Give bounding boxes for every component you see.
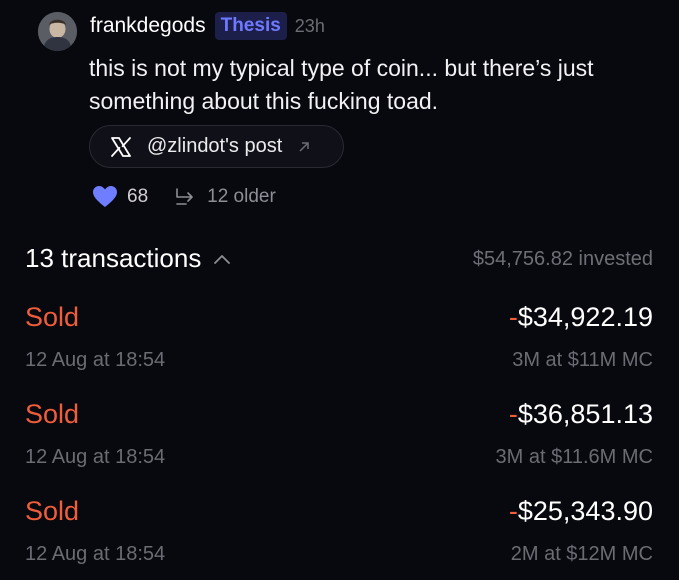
invested-total: $54,756.82 invested xyxy=(472,248,653,270)
older-posts-link[interactable]: 12 older xyxy=(207,186,276,208)
transaction-date: 12 Aug at 18:54 xyxy=(25,446,166,468)
transaction-date: 12 Aug at 18:54 xyxy=(25,543,166,565)
avatar[interactable] xyxy=(38,12,77,51)
transactions-title: 13 transactions xyxy=(25,243,231,274)
username[interactable]: frankdegods xyxy=(90,14,206,38)
amount-value: $34,922.19 xyxy=(517,302,653,332)
transaction-row[interactable]: Sold 12 Aug at 18:54 - $25,343.90 2M at $… xyxy=(0,496,679,576)
transaction-amount: - $25,343.90 xyxy=(509,496,653,527)
amount-sign: - xyxy=(508,496,518,526)
transaction-amount: - $34,922.19 xyxy=(509,302,653,333)
source-post-label: @zlindot's post xyxy=(147,135,283,157)
transaction-type: Sold xyxy=(25,302,80,332)
amount-sign: - xyxy=(508,302,518,332)
transaction-type: Sold xyxy=(25,399,80,429)
like-count: 68 xyxy=(127,186,149,207)
post-card: frankdegods Thesis 23h this is not my ty… xyxy=(0,0,679,225)
thesis-badge: Thesis xyxy=(214,12,287,40)
heart-icon[interactable] xyxy=(92,185,118,209)
transaction-detail: 3M at $11M MC xyxy=(512,349,653,371)
x-logo-icon xyxy=(111,136,131,157)
post-header: frankdegods Thesis 23h xyxy=(90,11,325,41)
transactions-header[interactable]: 13 transactions $54,756.82 invested xyxy=(0,240,679,280)
transaction-date: 12 Aug at 18:54 xyxy=(25,349,166,371)
amount-value: $25,343.90 xyxy=(517,496,653,526)
amount-value: $36,851.13 xyxy=(517,399,653,429)
transaction-amount: - $36,851.13 xyxy=(509,399,653,430)
transaction-type: Sold xyxy=(25,496,80,526)
transaction-row[interactable]: Sold 12 Aug at 18:54 - $36,851.13 3M at $… xyxy=(0,399,679,479)
amount-sign: - xyxy=(508,399,518,429)
transactions-count: 13 transactions xyxy=(25,243,202,273)
transaction-detail: 2M at $12M MC xyxy=(510,543,653,565)
thread-icon xyxy=(176,188,193,205)
transaction-row[interactable]: Sold 12 Aug at 18:54 - $34,922.19 3M at $… xyxy=(0,302,679,382)
post-text: this is not my typical type of coin... b… xyxy=(89,55,594,114)
chevron-up-icon[interactable] xyxy=(213,253,231,265)
source-post-button[interactable]: @zlindot's post xyxy=(89,125,344,168)
transaction-detail: 3M at $11.6M MC xyxy=(495,446,653,468)
arrow-up-right-icon xyxy=(299,141,310,152)
post-reactions: 68 12 older xyxy=(92,183,276,211)
post-age: 23h xyxy=(294,15,325,36)
